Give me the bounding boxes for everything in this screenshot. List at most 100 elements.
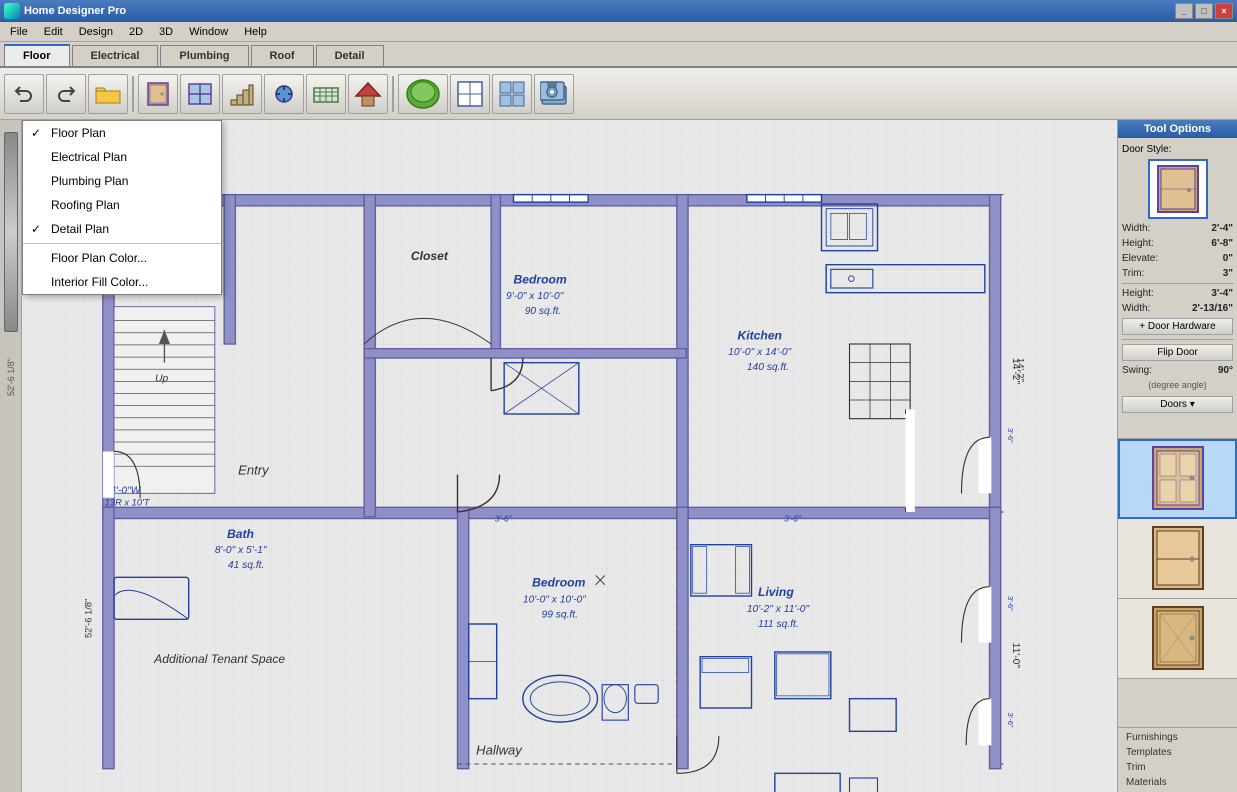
maximize-button[interactable]: □ (1195, 3, 1213, 19)
door-button[interactable] (138, 74, 178, 114)
svg-text:41 sq.ft.: 41 sq.ft. (228, 560, 264, 571)
svg-text:9'-0" x 10'-0": 9'-0" x 10'-0" (506, 291, 565, 302)
tab-electrical[interactable]: Electrical (72, 45, 159, 66)
menu-3d[interactable]: 3D (151, 24, 181, 40)
svg-text:111 sq.ft.: 111 sq.ft. (758, 619, 799, 630)
svg-text:3'-6": 3'-6" (784, 513, 802, 523)
materials-item[interactable]: Materials (1122, 775, 1233, 790)
app-icon (4, 3, 20, 19)
open-button[interactable] (88, 74, 128, 114)
height-row: Height: 6'-8" (1122, 238, 1233, 249)
deck-button[interactable] (306, 74, 346, 114)
svg-text:10'-0" x 14'-0": 10'-0" x 14'-0" (728, 347, 792, 358)
svg-text:10'-0" x 10'-0": 10'-0" x 10'-0" (523, 595, 587, 606)
menu-window[interactable]: Window (181, 24, 236, 40)
svg-text:14'-2": 14'-2" (1016, 358, 1026, 382)
menu-item-floor-color[interactable]: Floor Plan Color... (23, 246, 221, 270)
svg-text:Living: Living (758, 585, 794, 599)
svg-text:Kitchen: Kitchen (738, 328, 782, 342)
svg-text:Closet: Closet (411, 249, 449, 263)
svg-text:3'-6": 3'-6" (495, 513, 513, 523)
svg-text:140 sq.ft.: 140 sq.ft. (747, 362, 789, 373)
menu-2d[interactable]: 2D (121, 24, 151, 40)
bottom-items: Furnishings Templates Trim Materials (1118, 727, 1237, 792)
door-hardware-button[interactable]: + Door Hardware (1122, 318, 1233, 335)
doors-dropdown-button[interactable]: Doors ▾ (1122, 396, 1233, 413)
trim-row: Trim: 3" (1122, 268, 1233, 279)
menu-item-floor-plan[interactable]: Floor Plan (23, 121, 221, 145)
furnishings-item[interactable]: Furnishings (1122, 730, 1233, 745)
svg-text:Bedroom: Bedroom (532, 576, 585, 590)
svg-text:99 sq.ft.: 99 sq.ft. (542, 609, 578, 620)
menubar: File Edit Design 2D 3D Window Help (0, 22, 1237, 42)
canvas-area[interactable]: 14'-2" 11'-0" (22, 120, 1117, 792)
svg-text:Bath: Bath (227, 527, 254, 541)
svg-text:Bedroom: Bedroom (514, 272, 567, 286)
toolbar (0, 68, 1237, 120)
toolbar-sep-1 (132, 76, 134, 112)
roof-button[interactable] (348, 74, 388, 114)
redo-button[interactable] (46, 74, 86, 114)
svg-text:3'-6": 3'-6" (1006, 713, 1015, 728)
stair-button[interactable] (222, 74, 262, 114)
menu-help[interactable]: Help (236, 24, 275, 40)
menu-design[interactable]: Design (71, 24, 121, 40)
svg-text:90 sq.ft.: 90 sq.ft. (525, 306, 561, 317)
templates-item[interactable]: Templates (1122, 745, 1233, 760)
door-style-label: Door Style: (1122, 144, 1233, 155)
toolbar-sep-2 (392, 76, 394, 112)
overview-button[interactable] (492, 74, 532, 114)
minimize-button[interactable]: _ (1175, 3, 1193, 19)
window-button[interactable] (180, 74, 220, 114)
door-style-preview[interactable] (1148, 159, 1208, 219)
tab-floor[interactable]: Floor (4, 44, 70, 66)
right-panel: Tool Options Door Style: Width: 2'-4" He… (1117, 120, 1237, 792)
svg-text:Entry: Entry (238, 463, 270, 478)
menu-item-plumbing-plan[interactable]: Plumbing Plan (23, 169, 221, 193)
svg-text:8'-0" x 5'-1": 8'-0" x 5'-1" (215, 545, 268, 556)
width2-row: Width: 2'-13/16" (1122, 303, 1233, 314)
elevate-row: Elevate: 0" (1122, 253, 1233, 264)
door-gallery-item-1[interactable] (1118, 439, 1237, 519)
svg-text:Up: Up (155, 373, 168, 384)
camera-button[interactable] (534, 74, 574, 114)
titlebar-controls[interactable]: _ □ × (1175, 3, 1233, 19)
menu-item-roofing-plan[interactable]: Roofing Plan (23, 193, 221, 217)
swing-row: Swing: 90° (1122, 365, 1233, 376)
svg-text:3'-6": 3'-6" (1006, 428, 1015, 443)
undo-button[interactable] (4, 74, 44, 114)
titlebar-left: Home Designer Pro (4, 3, 126, 19)
tab-detail[interactable]: Detail (316, 45, 384, 66)
3d-button[interactable] (398, 74, 448, 114)
tool-options-content: Door Style: Width: 2'-4" Height: 6'-8" E… (1118, 138, 1237, 438)
floor-view-button[interactable] (450, 74, 490, 114)
svg-text:10'-2" x 11'-0": 10'-2" x 11'-0" (747, 604, 811, 615)
door-gallery[interactable] (1118, 438, 1237, 727)
svg-text:Additional Tenant Space: Additional Tenant Space (153, 652, 285, 666)
tab-roof[interactable]: Roof (251, 45, 314, 66)
left-sidebar: 52'-6 1/8" (0, 120, 22, 792)
menu-edit[interactable]: Edit (36, 24, 71, 40)
svg-text:13R x 10'T: 13R x 10'T (105, 497, 151, 507)
menu-file[interactable]: File (2, 24, 36, 40)
tool-options-header: Tool Options (1118, 120, 1237, 138)
app-title: Home Designer Pro (24, 5, 126, 17)
height2-row: Height: 3'-4" (1122, 288, 1233, 299)
menu-item-electrical-plan[interactable]: Electrical Plan (23, 145, 221, 169)
close-button[interactable]: × (1215, 3, 1233, 19)
menu-item-detail-plan[interactable]: Detail Plan (23, 217, 221, 241)
menu-item-interior-fill-color[interactable]: Interior Fill Color... (23, 270, 221, 294)
door-gallery-item-3[interactable] (1118, 599, 1237, 679)
trim-item[interactable]: Trim (1122, 760, 1233, 775)
scale-label: 52'-6 1/8" (6, 358, 16, 396)
svg-text:4'-0"W: 4'-0"W (110, 485, 141, 496)
options-sep-1 (1122, 283, 1233, 284)
plumbing-button[interactable] (264, 74, 304, 114)
main-layout: 52'-6 1/8" 14'-2" 11'-0" (0, 120, 1237, 792)
flip-door-button[interactable]: Flip Door (1122, 344, 1233, 361)
tab-plumbing[interactable]: Plumbing (160, 45, 248, 66)
dropdown-menu: Floor Plan Electrical Plan Plumbing Plan… (22, 120, 222, 295)
dropdown-sep (23, 243, 221, 244)
vertical-scrollbar[interactable] (4, 132, 18, 332)
door-gallery-item-2[interactable] (1118, 519, 1237, 599)
